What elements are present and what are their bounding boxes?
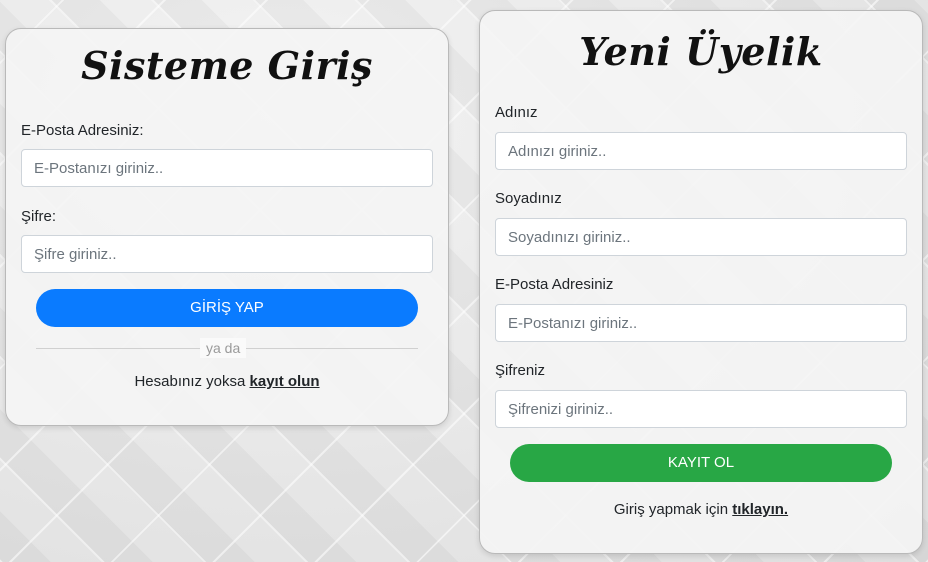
register-link[interactable]: kayıt olun [250, 373, 320, 390]
register-name-input[interactable] [495, 132, 907, 170]
register-footer-text: Giriş yapmak için [613, 501, 729, 518]
login-password-label: Şifre: [21, 208, 57, 225]
login-submit-button[interactable]: GİRİŞ YAP [36, 289, 418, 327]
login-footer-text: Hesabınız yoksa [134, 373, 246, 390]
register-title: Yeni Üyelik [579, 29, 823, 74]
register-card: Yeni Üyelik Adınız Soyadınız E-Posta Adr… [479, 10, 923, 554]
register-email-input[interactable] [495, 304, 907, 342]
login-link[interactable]: tıklayın. [732, 501, 788, 518]
register-surname-input[interactable] [495, 218, 907, 256]
login-footer: Hesabınız yoksa kayıt olun [6, 373, 448, 390]
login-password-input[interactable] [21, 235, 433, 273]
register-name-label: Adınız [495, 104, 538, 121]
register-password-input[interactable] [495, 390, 907, 428]
login-email-input[interactable] [21, 149, 433, 187]
register-surname-label: Soyadınız [495, 190, 562, 207]
login-email-label: E-Posta Adresiniz: [21, 122, 144, 139]
register-email-label: E-Posta Adresiniz [495, 276, 614, 293]
divider-text: ya da [200, 338, 247, 358]
register-submit-button[interactable]: KAYIT OL [510, 444, 892, 482]
login-card: Sisteme Giriş E-Posta Adresiniz: Şifre: … [5, 28, 449, 426]
register-footer: Giriş yapmak için tıklayın. [480, 501, 922, 518]
register-password-label: Şifreniz [495, 362, 546, 379]
login-title: Sisteme Giriş [81, 43, 373, 88]
